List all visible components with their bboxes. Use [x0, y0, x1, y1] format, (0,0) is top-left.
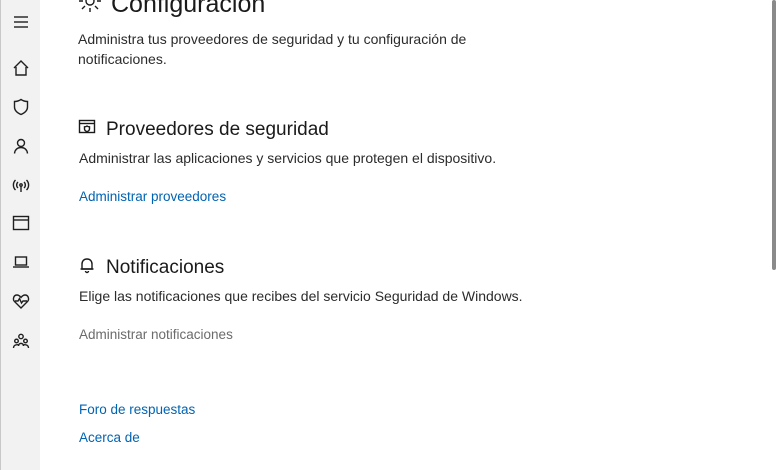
page-title: Configuración: [77, 0, 265, 21]
bell-icon: [78, 256, 96, 280]
section-title-text: Notificaciones: [106, 257, 225, 278]
laptop-icon[interactable]: [11, 252, 31, 272]
family-icon[interactable]: [11, 331, 31, 351]
scrollbar-thumb[interactable]: [772, 0, 776, 270]
hamburger-menu-icon[interactable]: [11, 12, 31, 32]
section-description: Administrar las aplicaciones y servicios…: [79, 150, 497, 166]
scrollbar-track[interactable]: [768, 0, 780, 470]
page-title-text: Configuración: [111, 0, 266, 18]
heart-pulse-icon[interactable]: [11, 291, 31, 311]
main-content: Configuración Administra tus proveedores…: [40, 0, 768, 470]
sidebar: [0, 0, 40, 470]
home-icon[interactable]: [11, 58, 31, 78]
gear-icon: [77, 0, 103, 21]
section-title-security-providers: Proveedores de seguridad: [78, 118, 329, 142]
security-providers-icon: [78, 118, 96, 142]
section-title-text: Proveedores de seguridad: [106, 119, 329, 140]
manage-providers-link[interactable]: Administrar proveedores: [79, 189, 226, 204]
manage-notifications-link[interactable]: Administrar notificaciones: [79, 327, 233, 342]
section-title-notifications: Notificaciones: [78, 256, 224, 280]
wifi-antenna-icon[interactable]: [11, 175, 31, 195]
answers-forum-link[interactable]: Foro de respuestas: [79, 402, 195, 417]
app-browser-icon[interactable]: [11, 213, 31, 233]
shield-icon[interactable]: [11, 97, 31, 117]
person-icon[interactable]: [11, 136, 31, 156]
page-description: Administra tus proveedores de seguridad …: [78, 31, 467, 67]
section-description: Elige las notificaciones que recibes del…: [79, 288, 523, 304]
about-link[interactable]: Acerca de: [79, 430, 140, 445]
